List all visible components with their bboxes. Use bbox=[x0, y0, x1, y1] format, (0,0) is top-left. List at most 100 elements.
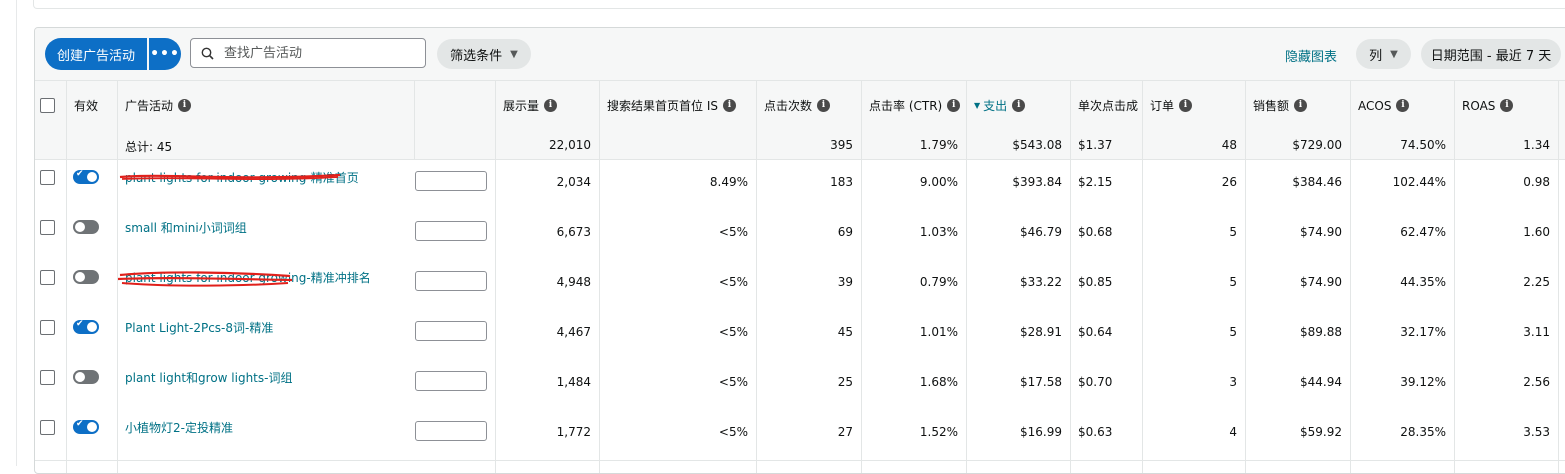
cell-sales: $74.90 bbox=[1300, 275, 1342, 289]
hide-chart-link[interactable]: 隐藏图表 bbox=[1285, 46, 1337, 65]
cell-sales: $44.94 bbox=[1300, 375, 1342, 389]
header-active[interactable]: 有效 bbox=[66, 81, 116, 130]
header-cpc[interactable]: 单次点击成 bbox=[1070, 81, 1142, 130]
search-input[interactable] bbox=[222, 44, 416, 62]
budget-input[interactable] bbox=[415, 271, 487, 291]
budget-input[interactable] bbox=[415, 221, 487, 241]
row-checkbox[interactable] bbox=[40, 420, 55, 435]
cell-clicks: 27 bbox=[837, 425, 853, 439]
info-icon[interactable]: i bbox=[1294, 99, 1308, 112]
info-icon[interactable]: i bbox=[1396, 99, 1410, 112]
info-icon[interactable]: i bbox=[544, 99, 558, 112]
column-divider bbox=[1070, 80, 1071, 473]
more-actions-button[interactable]: ••• bbox=[149, 38, 181, 70]
table-row: small 和mini小词词组 6,673 <5% 69 1.03% $46.79 $0.6… bbox=[35, 210, 1565, 261]
campaign-name-link[interactable]: plant lights for indoor growing-精准冲排名 bbox=[125, 269, 371, 286]
columns-button[interactable]: 列 ▼ bbox=[1356, 39, 1411, 69]
filter-button[interactable]: 筛选条件 ▼ bbox=[437, 39, 531, 69]
row-checkbox[interactable] bbox=[40, 270, 55, 285]
header-clicks[interactable]: 点击次数 i bbox=[756, 81, 861, 130]
info-icon[interactable]: i bbox=[1500, 99, 1514, 112]
toggle-knob bbox=[75, 222, 85, 232]
budget-input[interactable] bbox=[415, 371, 487, 391]
info-icon[interactable]: i bbox=[1179, 99, 1193, 112]
cell-impressions: 4,948 bbox=[556, 275, 591, 289]
campaign-status-toggle[interactable] bbox=[73, 270, 99, 284]
header-sales-label: 销售额 bbox=[1253, 99, 1290, 113]
header-top-of-search-is[interactable]: 搜索结果首页首位 IS i bbox=[599, 81, 756, 130]
totals-spend: $543.08 bbox=[1012, 138, 1062, 152]
cell-cpc: $0.68 bbox=[1078, 225, 1113, 239]
date-range-label: 日期范围 - 最近 7 天 bbox=[1430, 48, 1552, 64]
column-divider bbox=[495, 80, 496, 473]
chevron-down-icon: ▼ bbox=[1390, 48, 1398, 60]
column-divider bbox=[599, 80, 600, 473]
cell-roas: 1.60 bbox=[1523, 225, 1550, 239]
cell-is: <5% bbox=[718, 425, 748, 439]
table-header: 有效 广告活动 i 展示量 i 搜索结果首页首位 IS i 点击次数 i 点击率 (CT… bbox=[35, 80, 1565, 131]
cell-is: 8.49% bbox=[709, 175, 748, 189]
cell-orders: 5 bbox=[1229, 275, 1237, 289]
header-impressions[interactable]: 展示量 i bbox=[495, 81, 599, 130]
cell-spend: $46.79 bbox=[1020, 225, 1062, 239]
header-sales[interactable]: 销售额 i bbox=[1245, 81, 1350, 130]
row-checkbox[interactable] bbox=[40, 320, 55, 335]
toggle-knob bbox=[87, 172, 97, 182]
campaign-name-link[interactable]: Plant Light-2Pcs-8词-精准 bbox=[125, 319, 273, 336]
cell-acos: 28.35% bbox=[1400, 425, 1446, 439]
cell-acos: 44.35% bbox=[1400, 275, 1446, 289]
column-divider bbox=[1558, 80, 1559, 473]
cell-orders: 5 bbox=[1229, 325, 1237, 339]
chevron-down-icon: ▼ bbox=[510, 48, 518, 60]
info-icon[interactable]: i bbox=[947, 99, 961, 112]
row-checkbox[interactable] bbox=[40, 220, 55, 235]
row-checkbox[interactable] bbox=[40, 370, 55, 385]
budget-input[interactable] bbox=[415, 171, 487, 191]
budget-input[interactable] bbox=[415, 421, 487, 441]
cell-clicks: 25 bbox=[837, 375, 853, 389]
info-icon[interactable]: i bbox=[178, 99, 192, 112]
campaign-status-toggle[interactable]: ✔ bbox=[73, 419, 99, 434]
budget-input[interactable] bbox=[415, 321, 487, 341]
select-all-checkbox[interactable] bbox=[40, 98, 55, 113]
campaign-status-toggle[interactable] bbox=[73, 220, 99, 234]
campaign-status-toggle[interactable]: ✔ bbox=[73, 169, 99, 184]
header-acos[interactable]: ACOS i bbox=[1350, 81, 1454, 130]
cell-clicks: 39 bbox=[837, 275, 853, 289]
campaign-name-link[interactable]: 小植物灯2-定投精准 bbox=[125, 419, 233, 436]
campaign-status-toggle[interactable]: ✔ bbox=[73, 319, 99, 334]
page-left-rule bbox=[16, 0, 17, 466]
info-icon[interactable]: i bbox=[1012, 99, 1026, 112]
create-campaign-button[interactable]: 创建广告活动 bbox=[45, 38, 147, 70]
header-cpc-label: 单次点击成 bbox=[1078, 99, 1139, 113]
cell-ctr: 1.68% bbox=[919, 375, 958, 389]
header-ctr[interactable]: 点击率 (CTR) i bbox=[861, 81, 966, 130]
cell-ctr: 1.52% bbox=[919, 425, 958, 439]
cell-ctr: 9.00% bbox=[919, 175, 958, 189]
info-icon[interactable]: i bbox=[817, 99, 831, 112]
totals-ctr: 1.79% bbox=[919, 138, 958, 152]
cell-acos: 39.12% bbox=[1400, 375, 1446, 389]
column-divider bbox=[1142, 80, 1143, 473]
cell-impressions: 4,467 bbox=[556, 325, 591, 339]
table-row: plant lights for indoor growing-精准冲排名 4,9… bbox=[35, 260, 1565, 311]
campaign-name-link[interactable]: plant lights for indoor growing-精准首页 bbox=[125, 169, 359, 186]
info-icon[interactable]: i bbox=[722, 99, 736, 112]
column-divider bbox=[1350, 80, 1351, 473]
campaign-name-link[interactable]: plant light和grow lights-词组 bbox=[125, 369, 292, 386]
totals-impressions: 22,010 bbox=[549, 138, 591, 152]
cell-roas: 3.53 bbox=[1523, 425, 1550, 439]
header-roas[interactable]: ROAS i bbox=[1454, 81, 1558, 130]
sort-descending-icon: ▼ bbox=[974, 101, 981, 110]
totals-roas: 1.34 bbox=[1523, 138, 1550, 152]
campaign-name-link[interactable]: small 和mini小词词组 bbox=[125, 219, 247, 236]
header-campaign[interactable]: 广告活动 i bbox=[117, 81, 414, 130]
cell-acos: 102.44% bbox=[1392, 175, 1446, 189]
campaign-status-toggle[interactable] bbox=[73, 370, 99, 384]
header-orders[interactable]: 订单 i bbox=[1142, 81, 1245, 130]
row-checkbox[interactable] bbox=[40, 170, 55, 185]
search-box[interactable] bbox=[190, 38, 426, 68]
date-range-button[interactable]: 日期范围 - 最近 7 天 bbox=[1421, 39, 1561, 69]
header-spend[interactable]: ▼ 支出 i bbox=[966, 81, 1070, 130]
cell-cpc: $0.64 bbox=[1078, 325, 1113, 339]
